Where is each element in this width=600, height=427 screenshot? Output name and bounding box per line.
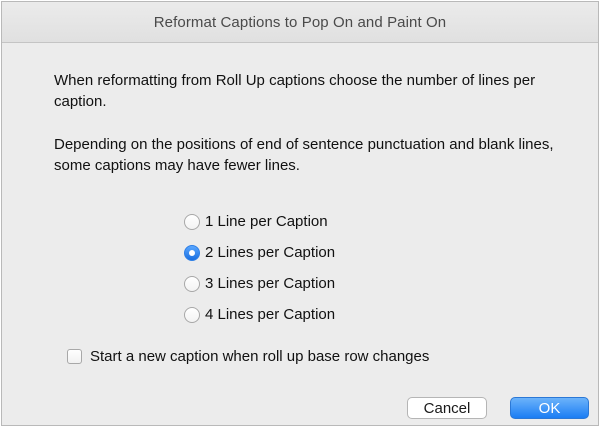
ok-button[interactable]: OK [510, 397, 589, 419]
radio-option-2-lines[interactable]: 2 Lines per Caption [184, 237, 335, 268]
title-bar[interactable]: Reformat Captions to Pop On and Paint On [2, 2, 598, 43]
radio-unchecked-icon[interactable] [184, 275, 200, 292]
checkbox-unchecked-icon[interactable] [67, 349, 82, 364]
new-caption-on-base-row-change-option[interactable]: Start a new caption when roll up base ro… [67, 348, 429, 365]
radio-option-3-lines[interactable]: 3 Lines per Caption [184, 268, 335, 299]
radio-checked-icon[interactable] [184, 244, 200, 261]
radio-unchecked-icon[interactable] [184, 213, 200, 230]
dialog-content: When reformatting from Roll Up captions … [2, 43, 598, 425]
radio-option-1-line[interactable]: 1 Line per Caption [184, 206, 335, 237]
radio-option-4-lines[interactable]: 4 Lines per Caption [184, 299, 335, 330]
window-title: Reformat Captions to Pop On and Paint On [153, 13, 447, 31]
lines-per-caption-radio-group: 1 Line per Caption 2 Lines per Caption 3… [184, 206, 335, 330]
note-text: Depending on the positions of end of sen… [54, 136, 554, 174]
radio-option-label[interactable]: 2 Lines per Caption [205, 244, 335, 261]
radio-option-label[interactable]: 3 Lines per Caption [205, 275, 335, 292]
instruction-text: When reformatting from Roll Up captions … [54, 72, 536, 110]
radio-unchecked-icon[interactable] [184, 306, 200, 323]
radio-option-label[interactable]: 4 Lines per Caption [205, 306, 335, 323]
cancel-button[interactable]: Cancel [407, 397, 487, 419]
radio-option-label[interactable]: 1 Line per Caption [205, 213, 328, 230]
checkbox-label[interactable]: Start a new caption when roll up base ro… [90, 348, 429, 365]
reformat-captions-dialog: Reformat Captions to Pop On and Paint On… [1, 1, 599, 426]
